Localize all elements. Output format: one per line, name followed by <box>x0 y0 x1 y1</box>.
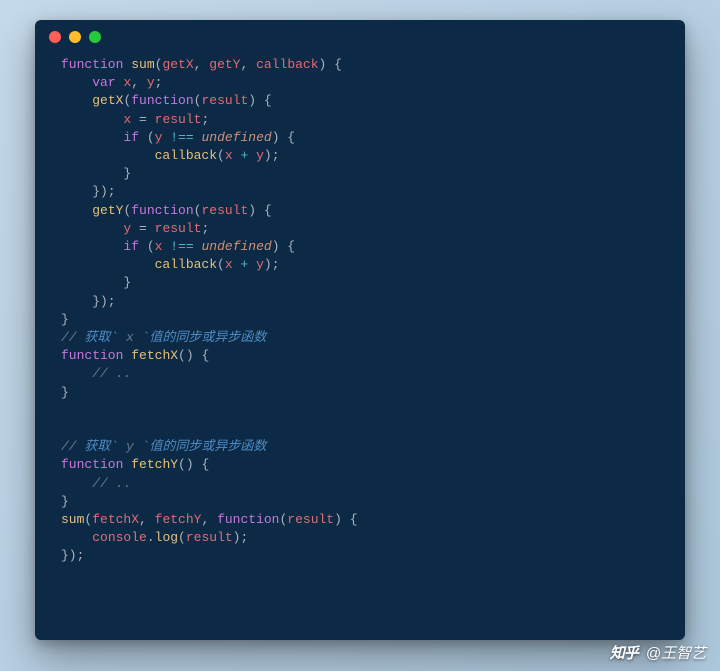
code-line: console.log(result); <box>61 529 659 547</box>
code-line: } <box>61 384 659 402</box>
code-block: function sum(getX, getY, callback) { var… <box>35 54 685 584</box>
code-line: var x, y; <box>61 74 659 92</box>
code-line: } <box>61 493 659 511</box>
zhihu-logo-icon: 知乎 <box>610 642 638 663</box>
code-line: if (x !== undefined) { <box>61 238 659 256</box>
code-line: } <box>61 311 659 329</box>
code-line: getY(function(result) { <box>61 202 659 220</box>
code-line: } <box>61 165 659 183</box>
code-line: sum(fetchX, fetchY, function(result) { <box>61 511 659 529</box>
code-line: }); <box>61 547 659 565</box>
maximize-icon[interactable] <box>89 31 101 43</box>
close-icon[interactable] <box>49 31 61 43</box>
code-line: // 获取` x `值的同步或异步函数 <box>61 329 659 347</box>
code-line: // 获取` y `值的同步或异步函数 <box>61 438 659 456</box>
minimize-icon[interactable] <box>69 31 81 43</box>
code-line <box>61 420 659 438</box>
code-line: function sum(getX, getY, callback) { <box>61 56 659 74</box>
code-line: function fetchX() { <box>61 347 659 365</box>
code-line: function fetchY() { <box>61 456 659 474</box>
code-line: callback(x + y); <box>61 256 659 274</box>
code-line: x = result; <box>61 111 659 129</box>
code-line: // .. <box>61 475 659 493</box>
code-line: }); <box>61 293 659 311</box>
code-line: if (y !== undefined) { <box>61 129 659 147</box>
watermark: 知乎 @王智艺 <box>610 642 706 663</box>
code-line: callback(x + y); <box>61 147 659 165</box>
code-line <box>61 402 659 420</box>
code-line: }); <box>61 183 659 201</box>
code-line: getX(function(result) { <box>61 92 659 110</box>
code-line: y = result; <box>61 220 659 238</box>
code-window: function sum(getX, getY, callback) { var… <box>35 20 685 640</box>
code-line: } <box>61 274 659 292</box>
code-line: // .. <box>61 365 659 383</box>
window-titlebar <box>35 20 685 54</box>
watermark-author: @王智艺 <box>646 642 706 663</box>
